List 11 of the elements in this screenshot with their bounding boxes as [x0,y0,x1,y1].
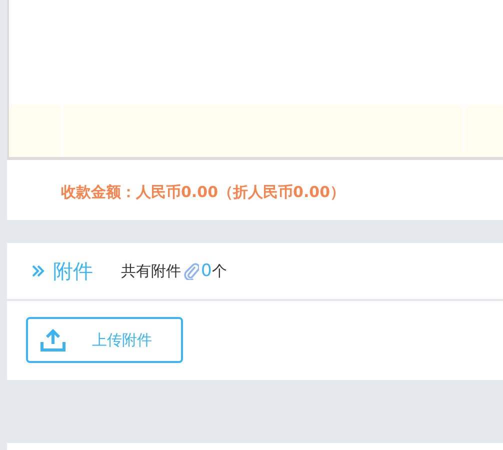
upload-icon [40,328,66,352]
upload-button[interactable]: 上传附件 [26,317,183,363]
table-cell [9,105,61,157]
attachment-count-label: 共有附件 [121,262,181,280]
attachment-count: 0 [201,261,212,281]
table-cell [465,105,503,157]
count-unit: 个 [212,262,227,280]
total-amount: 收款金额：人民币0.00（折人民币0.00） [60,182,346,202]
paperclip-icon [183,262,199,280]
double-chevron-icon [31,264,45,278]
section-title: 附件 [53,258,93,284]
